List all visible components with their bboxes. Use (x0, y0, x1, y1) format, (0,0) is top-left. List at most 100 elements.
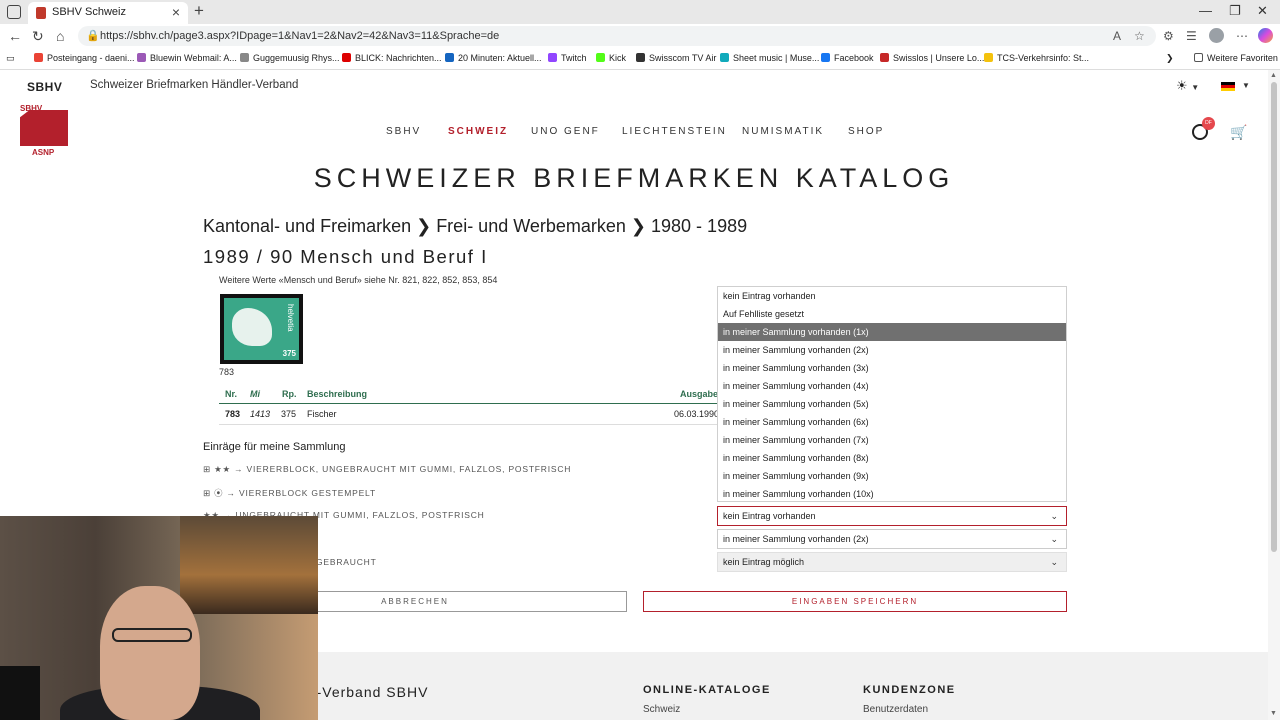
collection-status-dropdown-list: kein Eintrag vorhanden Auf Fehlliste ges… (717, 286, 1067, 502)
window-close-icon[interactable]: ✕ (1257, 3, 1268, 19)
collection-row-label: GEBRAUCHT (316, 557, 377, 567)
bookmark-item[interactable]: Swisslos | Unsere Lo... (880, 53, 984, 63)
breadcrumb[interactable]: Kantonal- und Freimarken ❯ Frei- und Wer… (203, 216, 747, 237)
dropdown-option[interactable]: in meiner Sammlung vorhanden (7x) (718, 431, 1066, 449)
chevron-down-icon: ⌄ (1050, 511, 1058, 521)
language-flag-icon[interactable] (1221, 82, 1235, 91)
dropdown-option-highlighted[interactable]: in meiner Sammlung vorhanden (1x) (718, 323, 1066, 341)
table-header-nr: Nr. (225, 389, 238, 399)
bookmark-item[interactable]: 20 Minuten: Aktuell... (445, 53, 542, 63)
new-tab-icon[interactable]: + (194, 1, 204, 21)
reload-icon[interactable]: ↻ (32, 28, 44, 45)
language-caret-icon[interactable]: ▼ (1242, 81, 1250, 90)
bookmarks-overflow-icon[interactable]: ❯ (1166, 53, 1174, 64)
series-title: 1989 / 90 Mensch und Beruf I (203, 246, 488, 267)
lock-icon: 🔒 (86, 30, 100, 42)
home-icon[interactable]: ⌂ (56, 28, 64, 44)
brand-label[interactable]: SBHV (27, 80, 62, 94)
table-row-divider (219, 424, 719, 425)
table-divider (219, 403, 719, 404)
nav-shop[interactable]: SHOP (848, 126, 884, 137)
tab-close-icon[interactable]: × (172, 4, 180, 20)
address-bar-row: ← ↻ ⌂ 🔒 https://sbhv.ch/page3.aspx?IDpag… (0, 24, 1280, 48)
copilot-icon[interactable] (1258, 28, 1273, 43)
browser-tab-bar: SBHV Schweiz × + — ❐ ✕ (0, 0, 1280, 24)
url-field[interactable]: 🔒 https://sbhv.ch/page3.aspx?IDpage=1&Na… (78, 26, 1156, 46)
user-initials-badge: DF (1202, 117, 1215, 130)
dropdown-option[interactable]: kein Eintrag vorhanden (718, 287, 1066, 305)
cart-icon[interactable]: 🛒 (1230, 124, 1247, 141)
table-header-ausgabe: Ausgabe (680, 389, 719, 399)
nav-uno-genf[interactable]: UNO GENF (531, 126, 600, 137)
stamp-number: 783 (219, 367, 235, 377)
nav-schweiz[interactable]: SCHWEIZ (448, 126, 508, 137)
maximize-icon[interactable]: ❐ (1229, 3, 1241, 19)
dropdown-option[interactable]: in meiner Sammlung vorhanden (3x) (718, 359, 1066, 377)
other-favorites[interactable]: Weitere Favoriten (1194, 53, 1278, 63)
extensions-icon[interactable]: ⚙ (1163, 29, 1174, 43)
table-header-beschreibung: Beschreibung (307, 389, 368, 399)
series-note: Weitere Werte «Mensch und Beruf» siehe N… (219, 275, 498, 285)
profile-avatar[interactable] (1209, 28, 1224, 43)
bookmark-item[interactable]: Posteingang - daeni... (34, 53, 135, 63)
bookmark-item[interactable]: Bluewin Webmail: A... (137, 53, 237, 63)
tab-actions-icon[interactable] (7, 5, 21, 19)
dropdown-option[interactable]: in meiner Sammlung vorhanden (5x) (718, 395, 1066, 413)
nav-numismatik[interactable]: NUMISMATIK (742, 126, 824, 137)
dropdown-option[interactable]: Auf Fehlliste gesetzt (718, 305, 1066, 323)
chevron-down-icon: ⌄ (1050, 557, 1058, 567)
dropdown-option[interactable]: in meiner Sammlung vorhanden (4x) (718, 377, 1066, 395)
collection-title: Einräge für meine Sammlung (203, 441, 346, 453)
webcam-overlay (0, 516, 318, 720)
collection-status-select: kein Eintrag möglich ⌄ (717, 552, 1067, 572)
footer-link-user-data[interactable]: Benutzerdaten (863, 704, 928, 715)
collection-row-label: ⊞ ⦿ → VIERERBLOCK GESTEMPELT (203, 488, 376, 498)
catalog-title: SCHWEIZER BRIEFMARKEN KATALOG (313, 163, 955, 193)
site-favicon-icon (36, 7, 46, 19)
bookmark-item[interactable]: Guggemuusig Rhys... (240, 53, 340, 63)
page-scrollbar[interactable]: ▲ ▼ (1268, 70, 1280, 720)
table-cell-beschreibung: Fischer (307, 409, 337, 419)
scroll-down-icon[interactable]: ▼ (1270, 710, 1277, 717)
stamp-image[interactable]: helvetia 375 (220, 294, 303, 364)
footer-link-schweiz[interactable]: Schweiz (643, 704, 680, 715)
bookmark-item[interactable]: Twitch (548, 53, 587, 63)
dropdown-option[interactable]: in meiner Sammlung vorhanden (9x) (718, 467, 1066, 485)
table-cell-mi: 1413 (250, 409, 271, 419)
nav-sbhv[interactable]: SBHV (386, 126, 421, 137)
collections-icon[interactable]: ☰ (1186, 29, 1197, 43)
browser-tab[interactable]: SBHV Schweiz × (28, 2, 188, 24)
bookmark-item[interactable]: TCS-Verkehrsinfo: St... (984, 53, 1089, 63)
bookmark-item[interactable]: Facebook (821, 53, 874, 63)
more-menu-icon[interactable]: ⋯ (1236, 29, 1248, 43)
theme-toggle-icon[interactable]: ☀ ▼ (1176, 78, 1199, 94)
footer-heading-catalogs: ONLINE-KATALOGE (643, 684, 771, 696)
scroll-up-icon[interactable]: ▲ (1270, 72, 1277, 79)
chevron-down-icon: ⌄ (1050, 534, 1058, 544)
site-logo[interactable]: SBHV ASNP (20, 104, 72, 158)
collection-row-label: ⊞ ★★ → VIERERBLOCK, UNGEBRAUCHT MIT GUMM… (203, 464, 572, 474)
dropdown-option[interactable]: in meiner Sammlung vorhanden (10x) (718, 485, 1066, 503)
dropdown-option[interactable]: in meiner Sammlung vorhanden (2x) (718, 341, 1066, 359)
dropdown-option[interactable]: in meiner Sammlung vorhanden (6x) (718, 413, 1066, 431)
table-cell-rp: 375 (281, 409, 297, 419)
dropdown-option[interactable]: in meiner Sammlung vorhanden (8x) (718, 449, 1066, 467)
bookmarks-toggle-icon[interactable]: ▭ (6, 53, 15, 64)
read-aloud-icon[interactable]: A (1113, 29, 1121, 43)
save-button[interactable]: EINGABEN SPEICHERN (643, 591, 1067, 612)
collection-status-select[interactable]: kein Eintrag vorhanden ⌄ (717, 506, 1067, 526)
scrollbar-thumb[interactable] (1271, 82, 1277, 552)
favorite-star-icon[interactable]: ☆ (1134, 29, 1145, 43)
bookmark-item[interactable]: Kick (596, 53, 626, 63)
site-subtitle: Schweizer Briefmarken Händler-Verband (90, 79, 299, 91)
collection-status-select[interactable]: in meiner Sammlung vorhanden (2x) ⌄ (717, 529, 1067, 549)
table-header-rp: Rp. (282, 389, 297, 399)
bookmark-item[interactable]: BLICK: Nachrichten... (342, 53, 442, 63)
back-icon[interactable]: ← (8, 28, 22, 44)
bookmark-item[interactable]: Sheet music | Muse... (720, 53, 819, 63)
table-cell-nr: 783 (225, 409, 241, 419)
table-cell-ausgabe: 06.03.1990 (674, 409, 720, 419)
bookmark-item[interactable]: Swisscom TV Air (636, 53, 716, 63)
nav-liechtenstein[interactable]: LIECHTENSTEIN (622, 126, 727, 137)
minimize-icon[interactable]: — (1199, 3, 1212, 18)
